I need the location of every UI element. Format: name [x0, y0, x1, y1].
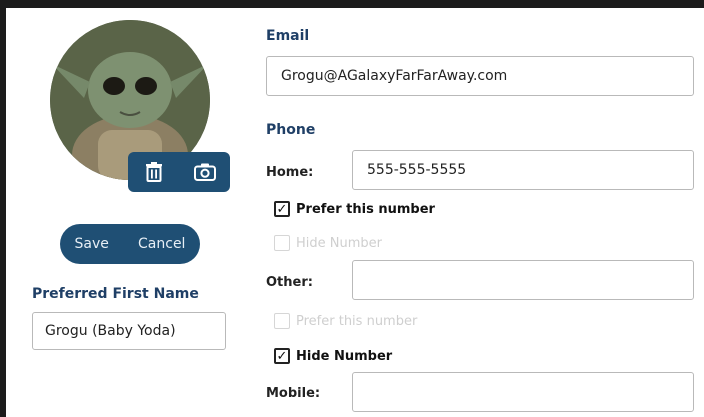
contact-section: Email Phone Home: ✓ Prefer this number H…	[266, 8, 704, 417]
email-label: Email	[266, 28, 310, 44]
profile-edit-panel: Save Cancel Preferred First Name Email P…	[6, 8, 704, 417]
checkbox-unchecked	[274, 235, 290, 251]
home-phone-input[interactable]	[352, 150, 694, 190]
phone-section-label: Phone	[266, 122, 316, 138]
change-photo-button[interactable]	[188, 157, 222, 187]
mobile-phone-input[interactable]	[352, 372, 694, 412]
save-button[interactable]: Save	[69, 232, 115, 256]
other-hide-label: Hide Number	[296, 348, 393, 364]
home-hide-checkbox[interactable]: Hide Number	[274, 235, 382, 251]
profile-photo-section: Save Cancel Preferred First Name	[6, 8, 256, 417]
mobile-phone-label: Mobile:	[266, 386, 321, 401]
other-prefer-label: Prefer this number	[296, 313, 418, 329]
save-cancel-group: Save Cancel	[60, 224, 200, 264]
other-prefer-checkbox[interactable]: Prefer this number	[274, 313, 417, 329]
other-hide-checkbox[interactable]: ✓ Hide Number	[274, 348, 392, 364]
cancel-button[interactable]: Cancel	[132, 232, 191, 256]
email-input[interactable]	[266, 56, 694, 96]
checkbox-checked: ✓	[274, 348, 290, 364]
camera-icon	[193, 163, 216, 181]
checkbox-unchecked	[274, 313, 290, 329]
other-phone-label: Other:	[266, 275, 313, 290]
photo-actions-toolbar	[128, 152, 230, 192]
preferred-first-name-input[interactable]	[32, 312, 226, 350]
preferred-first-name-label: Preferred First Name	[32, 286, 199, 302]
checkbox-checked: ✓	[274, 201, 290, 217]
trash-icon	[145, 162, 162, 182]
home-prefer-label: Prefer this number	[296, 201, 435, 217]
home-prefer-checkbox[interactable]: ✓ Prefer this number	[274, 201, 435, 217]
home-hide-label: Hide Number	[296, 235, 382, 251]
other-phone-input[interactable]	[352, 260, 694, 300]
delete-photo-button[interactable]	[137, 157, 171, 187]
home-phone-label: Home:	[266, 165, 314, 180]
